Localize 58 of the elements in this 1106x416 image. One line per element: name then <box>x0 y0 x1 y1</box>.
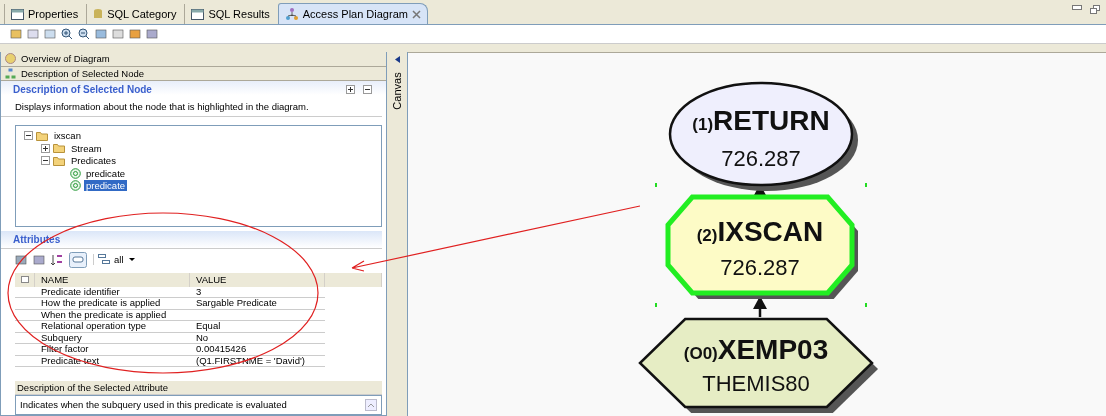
maximize-icon[interactable] <box>1090 5 1100 14</box>
zoom-in-icon[interactable] <box>61 28 73 40</box>
table-cell: Predicate text <box>35 355 190 367</box>
table-cell: How the predicate is applied <box>35 298 190 310</box>
caret-icon <box>127 257 136 262</box>
close-icon[interactable] <box>411 9 421 19</box>
attribute-icon <box>70 180 81 192</box>
scroll-up-icon[interactable] <box>365 399 377 411</box>
table-cell: No <box>190 332 325 344</box>
description-text: Displays information about the node that is highlighted in the diagram. <box>1 95 382 118</box>
comment-icon[interactable] <box>69 251 87 268</box>
table-icon <box>191 8 205 20</box>
pane-title: Description of Selected Node <box>13 84 152 96</box>
plan-node[interactable]: (2)IXSCAN 726.287 <box>665 194 858 299</box>
collapse-left-icon[interactable] <box>394 56 400 63</box>
canvas-label: Canvas <box>391 72 403 110</box>
folder-icon <box>36 130 49 141</box>
folder-icon <box>53 155 66 166</box>
filter-dropdown[interactable]: all <box>93 254 140 265</box>
expand-icon[interactable] <box>346 85 355 95</box>
section-header[interactable]: Overview of Diagram <box>1 52 386 67</box>
edge-arrow <box>753 296 767 317</box>
table-cell: 0.00415426 <box>190 344 325 356</box>
hierarchy-icon <box>5 68 16 80</box>
collapse-icon[interactable] <box>363 85 372 95</box>
tree-item[interactable]: Stream <box>69 142 104 154</box>
folder-icon <box>53 143 66 154</box>
table-cell: When the predicate is applied <box>35 309 190 321</box>
minimize-icon[interactable] <box>1072 5 1082 11</box>
column-menu-icon[interactable] <box>21 275 29 283</box>
table-cell: Sargable Predicate <box>190 298 325 310</box>
section-title: Description of Selected Node <box>21 68 145 80</box>
section-title: Description of the Selected Attribute <box>15 381 382 395</box>
collapse-icon[interactable] <box>41 156 50 166</box>
column-header[interactable]: NAME <box>35 272 190 287</box>
database-icon <box>93 8 104 20</box>
table-cell: Subquery <box>35 332 190 344</box>
tree-item[interactable]: predicate <box>84 167 128 179</box>
collapse-icon[interactable] <box>24 131 33 141</box>
zoom-out-icon[interactable] <box>78 28 90 40</box>
filter-icon <box>98 254 110 265</box>
table-cell: Predicate identifier <box>35 286 190 298</box>
expand-icon[interactable] <box>41 143 50 153</box>
sort-icon[interactable] <box>51 253 63 266</box>
tree-item[interactable]: predicate <box>84 180 128 192</box>
table-cell: Relational operation type <box>35 321 190 333</box>
table-cell: Equal <box>190 321 325 333</box>
table-cell: 3 <box>190 286 325 298</box>
tree-item[interactable]: ixscan <box>52 130 83 142</box>
column-header[interactable]: VALUE <box>190 272 325 287</box>
section-title: Overview of Diagram <box>21 53 110 65</box>
description-text: Indicates when the subquery used in this predicate is evaluated <box>20 399 287 411</box>
selection-handles[interactable] <box>655 182 867 308</box>
attribute-icon <box>70 167 81 179</box>
tree-item[interactable]: Predicates <box>69 155 118 167</box>
view-tab[interactable]: Access Plan Diagram <box>277 3 428 24</box>
table-icon <box>11 8 24 20</box>
diagram-icon <box>284 7 299 21</box>
